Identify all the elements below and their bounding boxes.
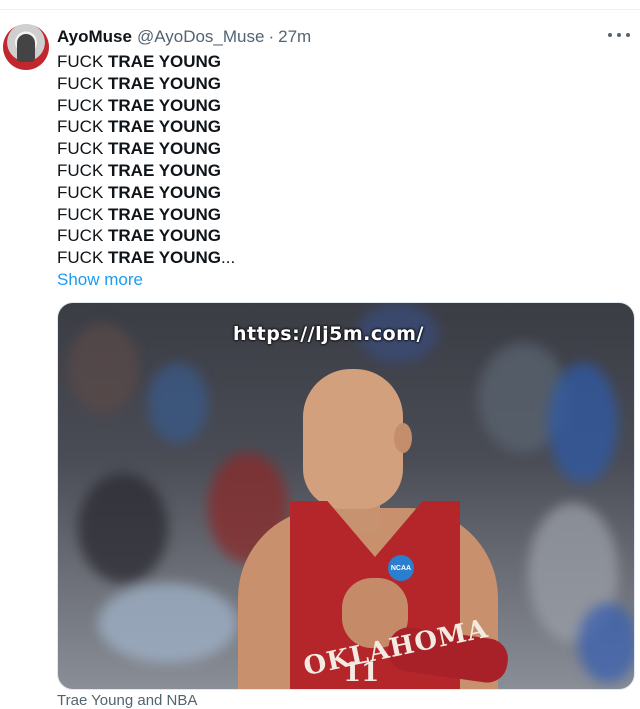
tweet-line: FUCK TRAE YOUNG (57, 95, 235, 117)
avatar-figure (17, 34, 35, 62)
crowd-blur (548, 363, 618, 483)
line-prefix: FUCK (57, 204, 108, 224)
more-options-icon[interactable] (608, 24, 630, 46)
tweet-text: FUCK TRAE YOUNG FUCK TRAE YOUNG FUCK TRA… (57, 51, 235, 291)
line-bold: TRAE YOUNG (108, 204, 222, 224)
avatar[interactable] (3, 24, 49, 70)
tweet-line: FUCK TRAE YOUNG (57, 51, 235, 73)
line-prefix: FUCK (57, 52, 108, 71)
tweet-line: FUCK TRAE YOUNG (57, 73, 235, 95)
tweet-line: FUCK TRAE YOUNG... (57, 247, 235, 269)
jersey-number: 11 (343, 658, 380, 688)
line-bold: TRAE YOUNG (108, 182, 222, 202)
user-handle[interactable]: @AyoDos_Muse (137, 27, 265, 47)
tweet-line: FUCK TRAE YOUNG (57, 204, 235, 226)
line-prefix: FUCK (57, 139, 108, 159)
tweet-media-image[interactable]: NCAA OKLAHOMA 11 https://lj5m.com/ (57, 302, 635, 690)
more-dot (626, 33, 630, 37)
tweet-line: FUCK TRAE YOUNG (57, 182, 235, 204)
line-prefix: FUCK (57, 182, 108, 202)
tweet-line: FUCK TRAE YOUNG (57, 160, 235, 182)
line-bold: TRAE YOUNG (108, 117, 222, 137)
line-bold: TRAE YOUNG (108, 139, 222, 159)
watermark-url: https://lj5m.com/ (233, 323, 424, 345)
tweet-header: AyoMuse @AyoDos_Muse · 27m (57, 26, 311, 48)
line-prefix: FUCK (57, 73, 108, 93)
timestamp[interactable]: 27m (278, 27, 311, 47)
tweet-line: FUCK TRAE YOUNG (57, 116, 235, 138)
line-prefix: FUCK (57, 117, 108, 137)
tweet-line: FUCK TRAE YOUNG (57, 138, 235, 160)
crowd-blur (68, 323, 138, 413)
ncaa-badge: NCAA (388, 555, 414, 581)
media-caption: Trae Young and NBA (57, 692, 198, 709)
show-more-link[interactable]: Show more (57, 269, 235, 291)
more-dot (608, 33, 612, 37)
line-prefix: FUCK (57, 248, 108, 268)
crowd-blur (578, 603, 634, 683)
top-divider (0, 9, 640, 10)
line-bold: TRAE YOUNG (108, 95, 222, 115)
crowd-blur (98, 583, 238, 663)
line-bold: TRAE YOUNG (108, 226, 222, 246)
line-bold: TRAE YOUNG (108, 73, 222, 93)
player-ear (394, 423, 412, 453)
tweet-line: FUCK TRAE YOUNG (57, 225, 235, 247)
separator-dot: · (268, 27, 275, 46)
player-head (303, 369, 403, 509)
line-prefix: FUCK (57, 226, 108, 246)
more-dot (617, 33, 621, 37)
display-name[interactable]: AyoMuse (57, 27, 132, 47)
line-prefix: FUCK (57, 95, 108, 115)
crowd-blur (148, 363, 208, 443)
line-suffix: ... (221, 248, 236, 268)
line-prefix: FUCK (57, 160, 108, 180)
line-bold: TRAE YOUNG (108, 160, 222, 180)
line-bold: TRAE YOUNG (108, 52, 222, 71)
crowd-blur (78, 473, 168, 583)
line-bold: TRAE YOUNG (108, 248, 222, 268)
